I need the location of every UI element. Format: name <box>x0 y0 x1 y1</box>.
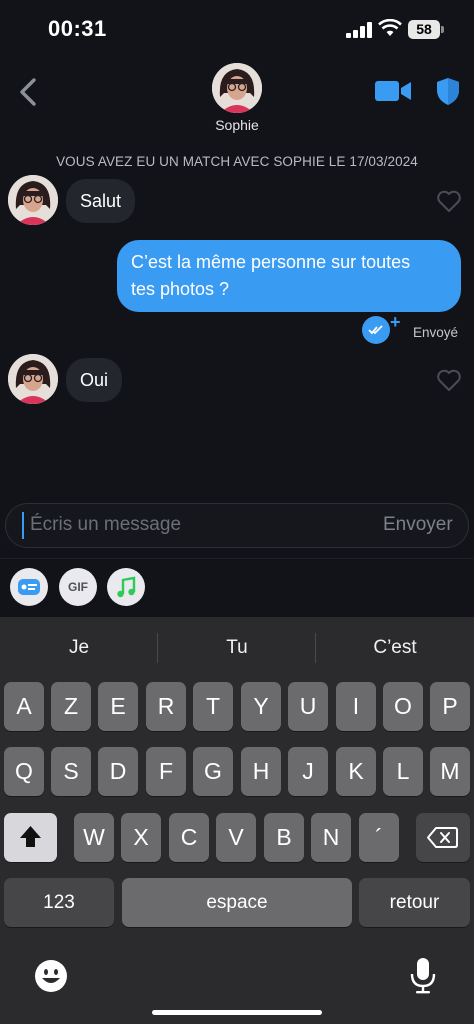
key[interactable]: M <box>430 747 470 796</box>
wifi-icon <box>378 19 402 36</box>
key[interactable]: N <box>311 813 351 862</box>
backspace-key[interactable] <box>416 813 470 862</box>
key[interactable]: F <box>146 747 186 796</box>
return-key[interactable]: retour <box>359 878 470 927</box>
emoji-icon[interactable] <box>33 958 69 994</box>
key[interactable]: L <box>383 747 423 796</box>
read-receipt-icon <box>362 316 390 344</box>
header-name[interactable]: Sophie <box>187 117 287 133</box>
battery-nub <box>441 26 444 33</box>
key[interactable]: X <box>121 813 161 862</box>
key[interactable]: U <box>288 682 328 731</box>
message-input[interactable]: Écris un message <box>30 514 181 536</box>
music-button[interactable] <box>107 568 145 606</box>
space-key[interactable]: espace <box>122 878 352 927</box>
suggestion-item[interactable]: Je <box>4 626 154 670</box>
back-button[interactable] <box>10 72 46 112</box>
key[interactable]: Y <box>241 682 281 731</box>
key[interactable]: D <box>98 747 138 796</box>
microphone-icon[interactable] <box>408 956 438 996</box>
key[interactable]: W <box>74 813 114 862</box>
key[interactable]: K <box>336 747 376 796</box>
key[interactable]: O <box>383 682 423 731</box>
key[interactable]: A <box>4 682 44 731</box>
heart-icon[interactable] <box>436 189 462 213</box>
key[interactable]: ´ <box>359 813 399 862</box>
text-caret <box>22 512 24 539</box>
key[interactable]: Z <box>51 682 91 731</box>
shift-icon <box>20 826 41 847</box>
battery-indicator: 58 <box>408 20 440 39</box>
key[interactable]: P <box>430 682 470 731</box>
home-indicator <box>152 1010 322 1015</box>
key[interactable]: R <box>146 682 186 731</box>
key[interactable]: G <box>193 747 233 796</box>
heart-icon[interactable] <box>436 368 462 392</box>
message-status: Envoyé <box>413 325 459 340</box>
contact-card-button[interactable] <box>10 568 48 606</box>
key[interactable]: J <box>288 747 328 796</box>
key[interactable]: E <box>98 682 138 731</box>
shield-icon[interactable] <box>434 76 462 106</box>
key[interactable]: I <box>336 682 376 731</box>
key[interactable]: H <box>241 747 281 796</box>
suggestion-item[interactable]: C’est <box>320 626 470 670</box>
key[interactable]: S <box>51 747 91 796</box>
plus-icon: + <box>390 312 401 332</box>
signal-icon <box>346 22 372 38</box>
message-avatar[interactable] <box>8 175 58 225</box>
contact-card-icon <box>18 579 40 595</box>
key[interactable]: C <box>169 813 209 862</box>
send-button[interactable]: Envoyer <box>383 514 453 536</box>
message-text-line: tes photos ? <box>131 279 230 299</box>
header-avatar[interactable] <box>212 63 262 113</box>
suggestion-divider <box>157 633 158 663</box>
divider <box>0 558 474 559</box>
key[interactable]: V <box>216 813 256 862</box>
suggestion-divider <box>315 633 316 663</box>
gif-button[interactable]: GIF <box>59 568 97 606</box>
backspace-icon <box>427 827 458 848</box>
message-bubble-incoming[interactable]: Oui <box>66 358 123 402</box>
shift-key[interactable] <box>4 813 57 862</box>
message-bubble-outgoing[interactable]: C’est la même personne sur toutes tes ph… <box>117 240 461 312</box>
numbers-key[interactable]: 123 <box>4 878 114 927</box>
message-avatar[interactable] <box>8 354 58 404</box>
video-call-icon[interactable] <box>374 78 412 104</box>
key[interactable]: Q <box>4 747 44 796</box>
suggestion-item[interactable]: Tu <box>162 626 312 670</box>
key[interactable]: B <box>264 813 304 862</box>
key[interactable]: T <box>193 682 233 731</box>
message-bubble-incoming[interactable]: Salut <box>66 179 136 223</box>
match-banner: VOUS AVEZ EU UN MATCH AVEC SOPHIE LE 17/… <box>56 154 418 169</box>
message-text-line: C’est la même personne sur toutes <box>131 252 411 272</box>
music-note-icon <box>117 576 136 598</box>
status-time: 00:31 <box>48 16 107 41</box>
